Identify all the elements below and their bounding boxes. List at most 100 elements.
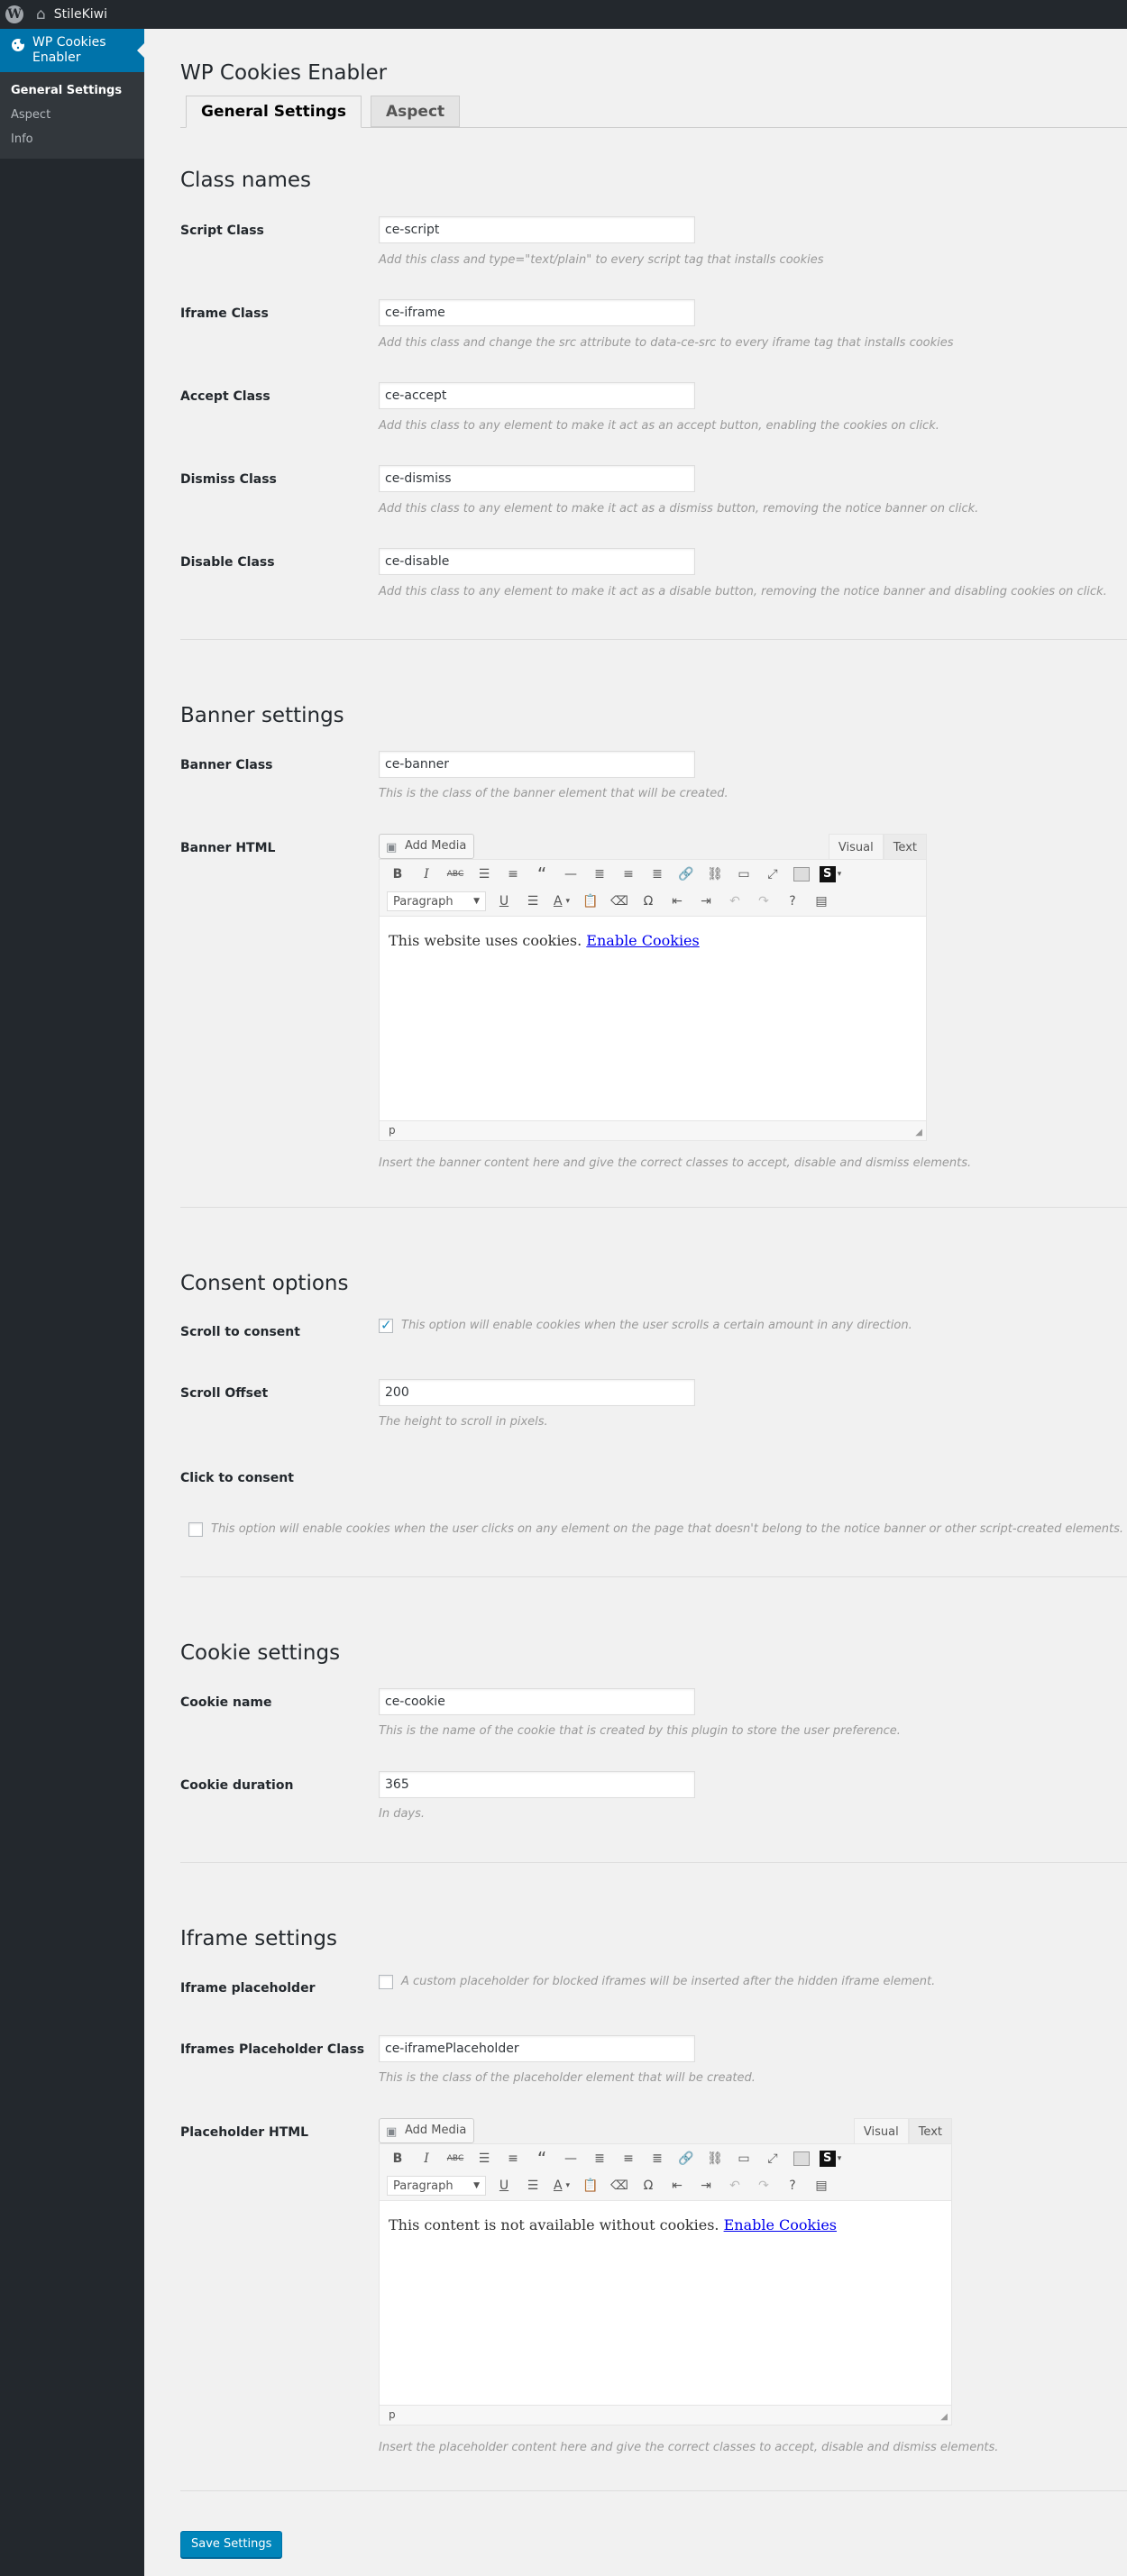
- help-icon[interactable]: ?: [778, 2173, 807, 2198]
- toolbar-toggle-icon[interactable]: [787, 862, 816, 887]
- read-more-icon[interactable]: ▭: [729, 862, 758, 887]
- field-description: Insert the placeholder content here and …: [379, 2441, 999, 2454]
- italic-icon[interactable]: I: [412, 862, 441, 887]
- numbered-list-icon[interactable]: ≡: [499, 862, 527, 887]
- align-right-icon[interactable]: ≣: [643, 2146, 672, 2171]
- editor-content-area[interactable]: This website uses cookies. Enable Cookie…: [380, 918, 926, 1120]
- field-description: The height to scroll in pixels.: [379, 1415, 548, 1429]
- redo-icon[interactable]: ↷: [749, 889, 778, 914]
- align-center-icon[interactable]: ≡: [614, 862, 643, 887]
- horizontal-line-icon[interactable]: —: [556, 2146, 585, 2171]
- help-icon[interactable]: ?: [778, 889, 807, 914]
- undo-icon[interactable]: ↶: [720, 889, 749, 914]
- tab-text[interactable]: Text: [908, 2118, 952, 2144]
- blockquote-icon[interactable]: “: [527, 862, 556, 887]
- strikethrough-icon[interactable]: ABC: [441, 2146, 470, 2171]
- iframe-class-input[interactable]: [379, 299, 695, 326]
- field-description: In days.: [379, 1807, 426, 1821]
- submenu-aspect[interactable]: Aspect: [0, 103, 144, 127]
- enable-cookies-link[interactable]: Enable Cookies: [586, 932, 699, 949]
- field-description: Add this class to any element to make it…: [379, 585, 1107, 598]
- gallery-icon[interactable]: ▤: [807, 889, 836, 914]
- field-label: Iframe Class: [180, 306, 269, 321]
- align-left-icon[interactable]: ≣: [585, 2146, 614, 2171]
- toolbar-toggle-icon[interactable]: [787, 2146, 816, 2171]
- redo-icon[interactable]: ↷: [749, 2173, 778, 2198]
- submenu-general-settings[interactable]: General Settings: [0, 78, 144, 103]
- cookie-name-input[interactable]: [379, 1688, 695, 1715]
- horizontal-line-icon[interactable]: —: [556, 862, 585, 887]
- strikethrough-icon[interactable]: ABC: [441, 862, 470, 887]
- indent-icon[interactable]: ⇥: [692, 889, 720, 914]
- iframe-placeholder-checkbox[interactable]: [379, 1975, 393, 1989]
- align-left-icon[interactable]: ≣: [585, 862, 614, 887]
- link-icon[interactable]: 🔗: [672, 862, 701, 887]
- section-heading-banner: Banner settings: [180, 704, 344, 727]
- read-more-icon[interactable]: ▭: [729, 2146, 758, 2171]
- save-settings-button[interactable]: Save Settings: [180, 2531, 283, 2558]
- scroll-offset-input[interactable]: [379, 1379, 695, 1406]
- editor-content-area[interactable]: This content is not available without co…: [380, 2202, 951, 2405]
- shortcode-icon[interactable]: S ▾: [816, 862, 845, 887]
- field-label: Placeholder HTML: [180, 2125, 309, 2140]
- resize-handle-icon[interactable]: ◢: [915, 1128, 922, 1137]
- wordpress-logo-icon[interactable]: W: [0, 0, 29, 29]
- paste-text-icon[interactable]: 📋: [576, 889, 605, 914]
- text-color-icon[interactable]: A ▾: [547, 2173, 576, 2198]
- gallery-icon[interactable]: ▤: [807, 2173, 836, 2198]
- tab-visual[interactable]: Visual: [853, 2118, 909, 2144]
- resize-handle-icon[interactable]: ◢: [940, 2412, 948, 2422]
- underline-icon[interactable]: U: [490, 2173, 518, 2198]
- special-character-icon[interactable]: Ω: [634, 2173, 663, 2198]
- text-color-icon[interactable]: A ▾: [547, 889, 576, 914]
- unlink-icon[interactable]: ⛓: [701, 2146, 729, 2171]
- italic-icon[interactable]: I: [412, 2146, 441, 2171]
- bold-icon[interactable]: B: [383, 2146, 412, 2171]
- editor-mode-tabs: Visual Text: [828, 834, 927, 860]
- numbered-list-icon[interactable]: ≡: [499, 2146, 527, 2171]
- underline-icon[interactable]: U: [490, 889, 518, 914]
- outdent-icon[interactable]: ⇤: [663, 889, 692, 914]
- cookie-duration-input[interactable]: [379, 1771, 695, 1798]
- align-right-icon[interactable]: ≣: [643, 862, 672, 887]
- bold-icon[interactable]: B: [383, 862, 412, 887]
- disable-class-input[interactable]: [379, 548, 695, 575]
- fullscreen-icon[interactable]: ⤢: [758, 2146, 787, 2171]
- format-select[interactable]: Paragraph ▼: [387, 2176, 486, 2196]
- scroll-consent-checkbox[interactable]: [379, 1317, 393, 1333]
- paste-text-icon[interactable]: 📋: [576, 2173, 605, 2198]
- dismiss-class-input[interactable]: [379, 465, 695, 492]
- banner-class-input[interactable]: [379, 751, 695, 778]
- submenu-info[interactable]: Info: [0, 127, 144, 151]
- placeholder-class-input[interactable]: [379, 2035, 695, 2062]
- outdent-icon[interactable]: ⇤: [663, 2173, 692, 2198]
- undo-icon[interactable]: ↶: [720, 2173, 749, 2198]
- enable-cookies-link[interactable]: Enable Cookies: [724, 2216, 837, 2233]
- bullet-list-icon[interactable]: ☰: [470, 862, 499, 887]
- format-select[interactable]: Paragraph ▼: [387, 891, 486, 911]
- shortcode-icon[interactable]: S ▾: [816, 2146, 845, 2171]
- unlink-icon[interactable]: ⛓: [701, 862, 729, 887]
- sidebar-item-wp-cookies-enabler[interactable]: WP Cookies Enabler: [0, 29, 144, 72]
- bullet-list-icon[interactable]: ☰: [470, 2146, 499, 2171]
- justify-icon[interactable]: ☰: [518, 2173, 547, 2198]
- editor-status-bar: p ◢: [380, 1120, 926, 1140]
- blockquote-icon[interactable]: “: [527, 2146, 556, 2171]
- site-name-link[interactable]: ⌂ StileKiwi: [29, 0, 116, 29]
- add-media-button[interactable]: ▣ Add Media: [379, 834, 475, 859]
- special-character-icon[interactable]: Ω: [634, 889, 663, 914]
- clear-formatting-icon[interactable]: ⌫: [605, 2173, 634, 2198]
- editor-toolbar: B I ABC ☰ ≡ “ — ≣ ≡ ≣ 🔗 ⛓ ▭ ⤢ S ▾ Paragr…: [380, 860, 926, 917]
- tab-visual[interactable]: Visual: [828, 834, 884, 860]
- fullscreen-icon[interactable]: ⤢: [758, 862, 787, 887]
- click-consent-checkbox[interactable]: [188, 1522, 203, 1537]
- script-class-input[interactable]: [379, 216, 695, 243]
- tab-text[interactable]: Text: [883, 834, 927, 860]
- add-media-button[interactable]: ▣ Add Media: [379, 2118, 475, 2143]
- align-center-icon[interactable]: ≡: [614, 2146, 643, 2171]
- indent-icon[interactable]: ⇥: [692, 2173, 720, 2198]
- justify-icon[interactable]: ☰: [518, 889, 547, 914]
- clear-formatting-icon[interactable]: ⌫: [605, 889, 634, 914]
- accept-class-input[interactable]: [379, 382, 695, 409]
- link-icon[interactable]: 🔗: [672, 2146, 701, 2171]
